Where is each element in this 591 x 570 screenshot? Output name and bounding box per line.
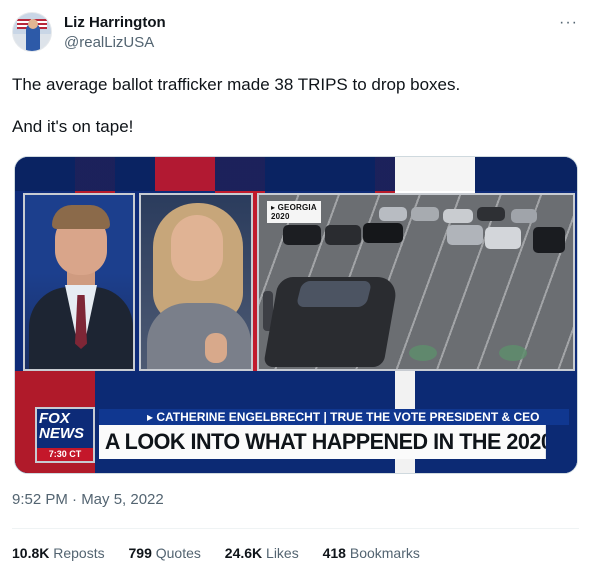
tweet-text: The average ballot trafficker made 38 TR… bbox=[12, 74, 572, 138]
car bbox=[411, 207, 439, 221]
more-options-icon[interactable]: ··· bbox=[559, 14, 578, 32]
logo-time: 7:30 CT bbox=[37, 448, 93, 461]
tweet-media-image[interactable]: ▸ GEORGIA 2020 FOX NEWS 7:30 CT ▸ CATHER… bbox=[14, 156, 578, 474]
car bbox=[477, 207, 505, 221]
car bbox=[511, 209, 537, 223]
reposts-count: 10.8K bbox=[12, 545, 50, 561]
car bbox=[485, 227, 521, 249]
video-frame-host bbox=[23, 193, 135, 371]
car bbox=[443, 209, 473, 223]
car bbox=[283, 225, 321, 245]
likes-stat[interactable]: 24.6K Likes bbox=[225, 545, 299, 561]
guest-body bbox=[147, 303, 251, 369]
parking-spot-marking bbox=[499, 345, 527, 361]
host-hair bbox=[52, 205, 110, 229]
car bbox=[325, 225, 361, 245]
tweet-timestamp[interactable]: 9:52 PM · May 5, 2022 bbox=[12, 491, 164, 508]
video-frame-guest bbox=[139, 193, 253, 371]
bookmarks-stat[interactable]: 418 Bookmarks bbox=[323, 545, 420, 561]
logo-line-news: NEWS bbox=[39, 425, 84, 442]
reposts-stat[interactable]: 10.8K Reposts bbox=[12, 545, 105, 561]
car bbox=[363, 223, 403, 243]
studio-background-top bbox=[15, 157, 577, 191]
engagement-stats: 10.8K Reposts 799 Quotes 24.6K Likes 418… bbox=[12, 545, 440, 561]
video-frame-parking-lot: ▸ GEORGIA 2020 bbox=[257, 193, 575, 371]
suv-window bbox=[295, 281, 373, 307]
tweet-text-line: And it's on tape! bbox=[12, 117, 134, 136]
tweet-text-line: The average ballot trafficker made 38 TR… bbox=[12, 75, 461, 94]
lower-third-headline: A LOOK INTO WHAT HAPPENED IN THE 2020 EL… bbox=[99, 425, 546, 459]
divider bbox=[12, 528, 579, 529]
author-name[interactable]: Liz Harrington bbox=[64, 14, 166, 31]
guest-face bbox=[171, 215, 223, 281]
tweet-header: Liz Harrington @realLizUSA ··· bbox=[12, 10, 582, 58]
likes-label: Likes bbox=[262, 545, 299, 561]
parking-spot-marking bbox=[409, 345, 437, 361]
guest-hand bbox=[205, 333, 227, 363]
location-tag-text: ▸ GEORGIA 2020 bbox=[271, 203, 317, 221]
reposts-label: Reposts bbox=[49, 545, 105, 561]
logo-line-fox: FOX bbox=[39, 410, 70, 427]
fox-news-logo: FOX NEWS 7:30 CT bbox=[35, 407, 95, 463]
quotes-count: 799 bbox=[128, 545, 152, 561]
bookmarks-label: Bookmarks bbox=[345, 545, 420, 561]
avatar[interactable] bbox=[12, 12, 52, 52]
car bbox=[533, 227, 565, 253]
bookmarks-count: 418 bbox=[322, 545, 346, 561]
quotes-label: Quotes bbox=[151, 545, 201, 561]
likes-count: 24.6K bbox=[224, 545, 263, 561]
car bbox=[447, 225, 483, 245]
author-handle[interactable]: @realLizUSA bbox=[64, 34, 154, 51]
car bbox=[379, 207, 407, 221]
location-tag: ▸ GEORGIA 2020 bbox=[267, 201, 321, 223]
lower-third-subtitle: ▸ CATHERINE ENGELBRECHT | TRUE THE VOTE … bbox=[99, 409, 569, 425]
quotes-stat[interactable]: 799 Quotes bbox=[129, 545, 201, 561]
avatar-head bbox=[28, 19, 38, 29]
